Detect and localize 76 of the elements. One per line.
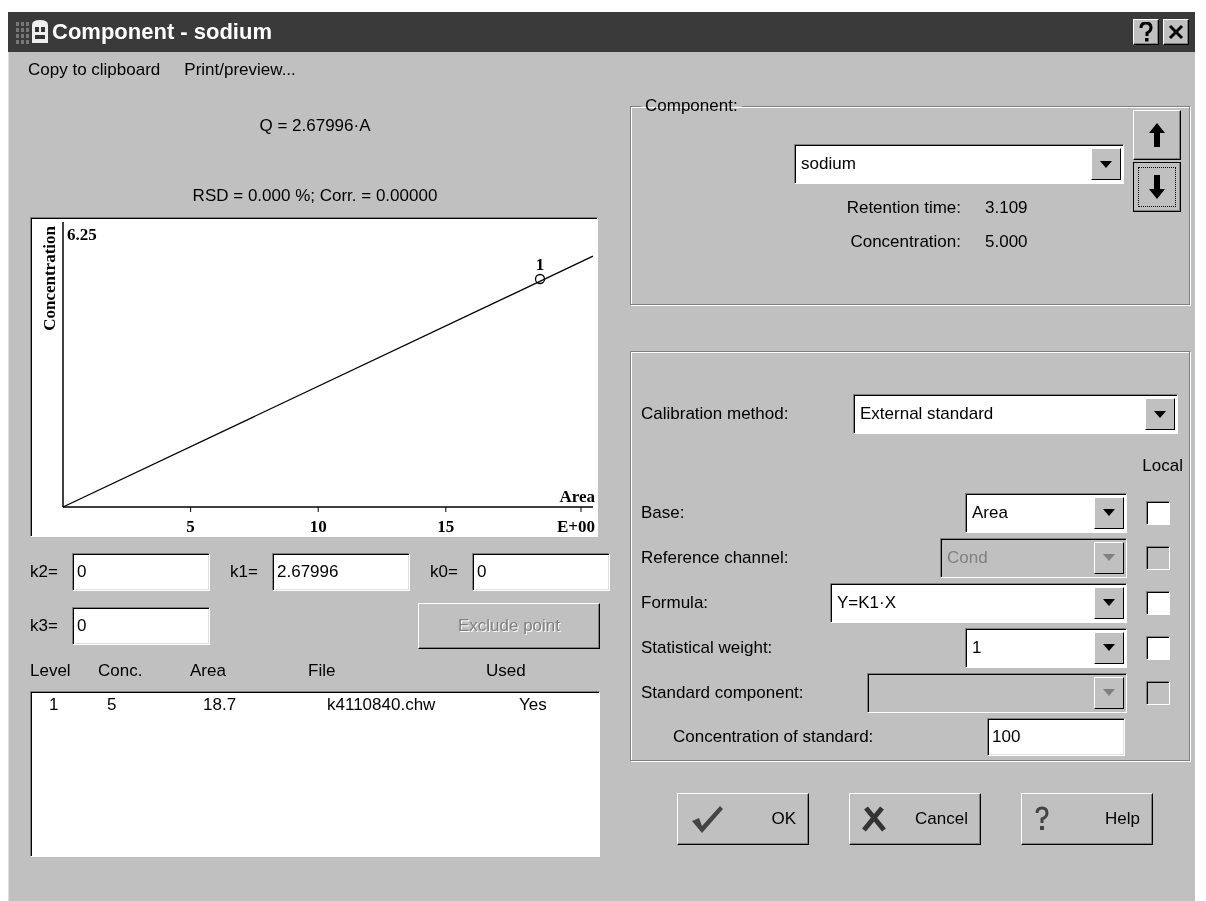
equation-text: Q = 2.67996·A — [258, 116, 372, 137]
field-label: Formula: — [641, 592, 710, 613]
cross-icon — [862, 806, 886, 832]
field-label: Standard component: — [641, 682, 805, 703]
help-icon — [1138, 22, 1154, 42]
dropdown-arrow-icon — [1103, 509, 1115, 516]
table-cell: 5 — [107, 695, 117, 715]
dropdown[interactable]: Y=K1·X — [830, 582, 1127, 623]
move-down-button[interactable] — [1133, 162, 1181, 212]
x-tick-label: 15 — [437, 517, 455, 536]
column-header: Level — [30, 661, 72, 682]
field-label: Reference channel: — [641, 547, 790, 568]
column-header: Area — [190, 661, 227, 682]
dropdown[interactable]: Area — [965, 492, 1127, 533]
window-title: Component - sodium — [52, 19, 273, 45]
ok-button[interactable]: OK — [677, 793, 809, 845]
coefficient-field[interactable]: 0 — [472, 553, 610, 591]
help-button[interactable]: Help — [1021, 793, 1153, 845]
local-checkbox[interactable] — [1146, 500, 1170, 525]
coefficient-label: k3= — [30, 616, 59, 636]
group-title: Component: — [644, 96, 739, 116]
dropdown-arrow-icon — [1103, 644, 1115, 651]
exponent-label: E+00 — [556, 517, 595, 536]
data-point — [534, 273, 546, 285]
field-label: Concentration: — [849, 232, 961, 252]
statistics-text: RSD = 0.000 %; Corr. = 0.00000 — [191, 186, 439, 207]
down-arrow-icon — [1149, 175, 1165, 199]
close-icon — [1168, 24, 1184, 40]
coefficient-field[interactable]: 0 — [72, 553, 210, 591]
question-mark-icon — [1034, 806, 1050, 832]
local-checkbox[interactable] — [1146, 635, 1170, 660]
dropdown-arrow-icon — [1154, 410, 1166, 418]
coefficient-label: k0= — [430, 562, 459, 582]
field-label: Base: — [641, 502, 686, 523]
local-checkbox[interactable] — [1146, 590, 1170, 615]
table-cell: k4110840.chw — [327, 695, 436, 715]
column-header: File — [308, 661, 337, 682]
column-label: Local — [1142, 456, 1183, 475]
field-value: 5.000 — [985, 232, 1028, 252]
table-cell: 18.7 — [203, 695, 237, 715]
app-icon — [14, 19, 50, 45]
field-label: Retention time: — [845, 198, 961, 218]
concentration-field[interactable]: 100 — [987, 718, 1125, 756]
close-button[interactable] — [1163, 19, 1189, 45]
y-axis-max-label: 6.25 — [67, 225, 97, 244]
help-button[interactable] — [1133, 19, 1159, 45]
coefficient-label: k2= — [30, 562, 59, 582]
menu-item[interactable]: Copy to clipboard — [28, 60, 161, 84]
component-dropdown[interactable]: sodium — [794, 144, 1124, 184]
dropdown-arrow-icon — [1103, 599, 1115, 606]
cancel-button[interactable]: Cancel — [849, 793, 981, 845]
table-cell: 1 — [49, 695, 59, 715]
column-header: Conc. — [98, 661, 144, 682]
calibration-method-dropdown[interactable]: External standard — [853, 394, 1178, 434]
x-tick-label: 10 — [309, 517, 327, 536]
point-label: 1 — [535, 255, 545, 274]
field-label: Calibration method: — [641, 404, 790, 424]
x-axis-label: Area — [559, 487, 595, 506]
dropdown[interactable]: 1 — [965, 627, 1127, 668]
menu-item[interactable]: Print/preview... — [184, 60, 296, 84]
coefficient-field[interactable]: 0 — [72, 607, 210, 645]
up-arrow-icon — [1149, 123, 1165, 147]
dropdown-arrow-icon — [1103, 689, 1115, 696]
field-label: Concentration of standard: — [673, 727, 875, 747]
field-label: Statistical weight: — [641, 637, 774, 658]
table-cell: Yes — [519, 695, 547, 715]
coefficient-field[interactable]: 2.67996 — [272, 553, 410, 591]
field-value: 3.109 — [985, 198, 1028, 218]
move-up-button[interactable] — [1133, 110, 1181, 160]
coefficient-label: k1= — [230, 562, 259, 582]
dropdown-arrow-icon — [1100, 160, 1112, 168]
dropdown-arrow-icon — [1103, 554, 1115, 561]
y-axis-label: Concentration — [40, 226, 59, 331]
check-icon — [690, 804, 724, 834]
column-header: Used — [486, 661, 527, 682]
x-tick-label: 5 — [186, 517, 195, 536]
